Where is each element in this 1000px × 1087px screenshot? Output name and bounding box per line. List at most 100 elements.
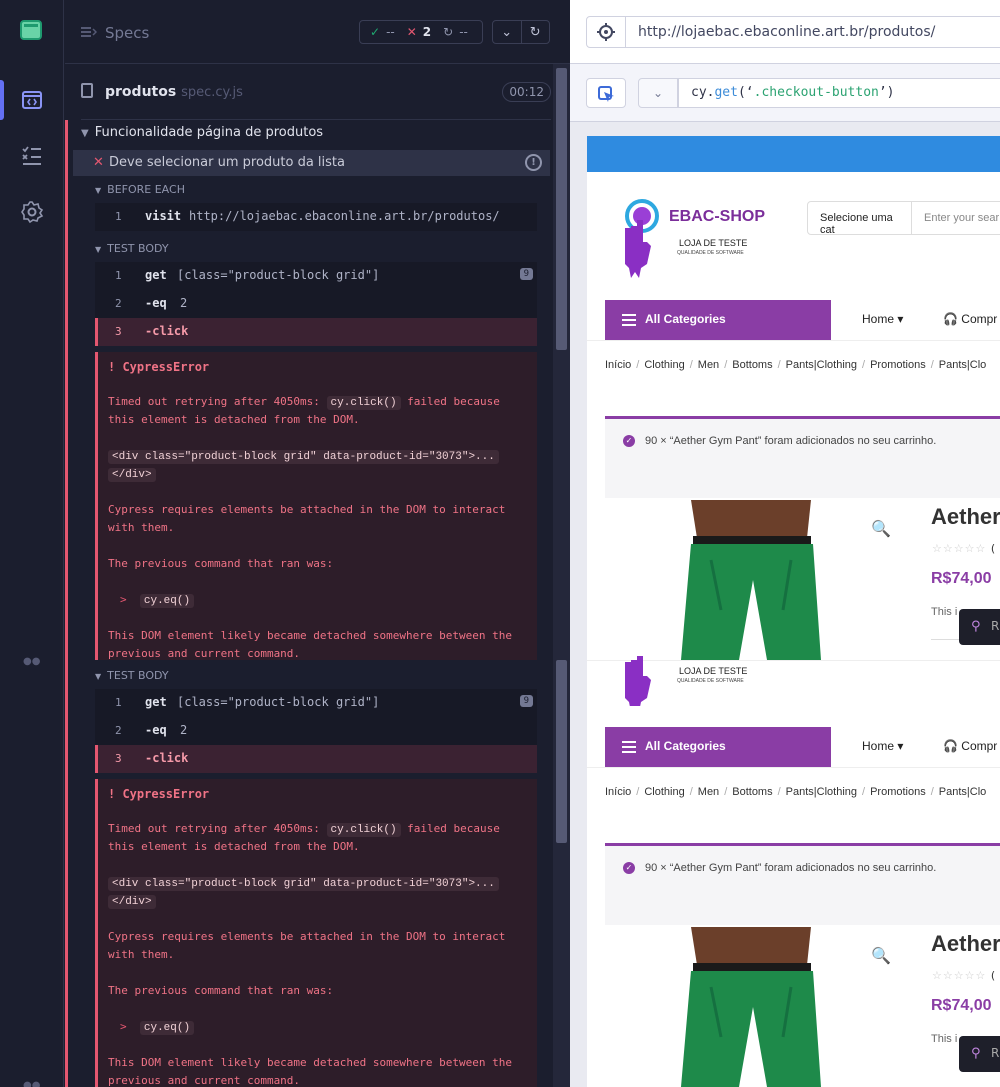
- spec-name: produtos: [105, 84, 177, 100]
- runs-icon[interactable]: [20, 88, 44, 112]
- cypress-logo-icon[interactable]: [20, 20, 42, 40]
- app-under-test-panel: http://lojaebac.ebaconline.art.br/produt…: [570, 0, 1000, 1087]
- command-number: 1: [115, 696, 122, 709]
- chevron-down-icon: ▼: [95, 245, 102, 254]
- all-categories-label: All Categories: [645, 312, 726, 326]
- breadcrumb-separator: /: [724, 786, 728, 798]
- headset-icon: 🎧: [943, 739, 958, 753]
- breadcrumb-item[interactable]: Clothing: [644, 786, 684, 798]
- failed-command-row[interactable]: 3 -click: [95, 745, 537, 773]
- selector-input[interactable]: cy.get(‘.checkout-button’): [678, 78, 1000, 108]
- reporter-scrollbar[interactable]: [553, 64, 570, 1087]
- selector-pointer-icon[interactable]: [586, 78, 626, 108]
- menu-compr[interactable]: 🎧 Compr: [943, 739, 997, 753]
- command-row[interactable]: 1 get [class="product-block grid"] 9: [95, 689, 537, 717]
- breadcrumb-item[interactable]: Pants|Clo: [939, 786, 987, 798]
- suite-title[interactable]: ▼ Funcionalidade página de produtos: [81, 125, 323, 140]
- shop-logo[interactable]: EBAC-SHOP LOJA DE TESTE QUALIDADE DE SOF…: [607, 196, 767, 284]
- category-select[interactable]: Selecione uma cat: [808, 202, 912, 236]
- menu-compr[interactable]: 🎧 Compr: [943, 312, 997, 326]
- breadcrumb-separator: /: [930, 786, 934, 798]
- product-image[interactable]: [671, 927, 831, 1087]
- breadcrumb-separator: /: [636, 359, 640, 371]
- crosshair-icon[interactable]: [586, 16, 626, 48]
- hand-logo-icon: [625, 199, 659, 278]
- test-body-header[interactable]: ▼ TEST BODY: [95, 669, 169, 682]
- error-text: failed because: [400, 395, 500, 408]
- pin-button[interactable]: ⚲ R: [959, 1036, 1000, 1072]
- command-row[interactable]: 1 get [class="product-block grid"] 9: [95, 262, 537, 290]
- command-log: ▼ Funcionalidade página de produtos ✕ Dev…: [65, 120, 570, 1087]
- divider: [587, 767, 1000, 768]
- top-bar: [587, 136, 1000, 172]
- collapse-specs-icon[interactable]: [81, 26, 97, 38]
- menu-home[interactable]: Home ▾: [862, 312, 903, 326]
- error-code: cy.click(): [326, 823, 401, 837]
- zoom-icon[interactable]: 🔍: [871, 519, 891, 538]
- command-name: visit: [145, 209, 182, 223]
- shop-logo[interactable]: LOJA DE TESTE QUALIDADE DE SOFTWARE: [607, 656, 767, 706]
- breadcrumb-item[interactable]: Promotions: [870, 786, 926, 798]
- error-text: this element is detached from the DOM.: [108, 840, 360, 853]
- restart-icon[interactable]: ↻: [522, 21, 550, 43]
- logo-subtitle: LOJA DE TESTE: [679, 238, 748, 248]
- logo-tagline: QUALIDADE DE SOFTWARE: [677, 678, 744, 684]
- selector-paren: (‘: [737, 85, 754, 100]
- before-each-header[interactable]: ▼ BEFORE EACH: [95, 183, 185, 196]
- breadcrumb-item[interactable]: Bottoms: [732, 786, 772, 798]
- pin-icon: ⚲: [971, 619, 981, 634]
- breadcrumb-item[interactable]: Pants|Clothing: [786, 786, 857, 798]
- url-field[interactable]: http://lojaebac.ebaconline.art.br/produt…: [626, 16, 1000, 48]
- breadcrumb-item[interactable]: Início: [605, 359, 631, 371]
- breadcrumb-item[interactable]: Clothing: [644, 359, 684, 371]
- chevron-down-icon[interactable]: ⌄: [638, 78, 678, 108]
- pin-button[interactable]: ⚲ R: [959, 609, 1000, 645]
- failed-command-row[interactable]: 3 -click: [95, 318, 537, 346]
- keyboard-icon[interactable]: ●●: [23, 1080, 40, 1087]
- collapsed-handle-icon[interactable]: ●●: [23, 656, 40, 667]
- all-categories-button[interactable]: All Categories: [605, 727, 831, 767]
- all-categories-button[interactable]: All Categories: [605, 300, 831, 340]
- search-input[interactable]: Enter your sear: [924, 212, 999, 224]
- gear-icon[interactable]: [20, 200, 44, 224]
- element-count-badge: 9: [519, 268, 533, 280]
- breadcrumb-item[interactable]: Men: [698, 359, 719, 371]
- breadcrumb-item[interactable]: Promotions: [870, 359, 926, 371]
- test-row[interactable]: ✕ Deve selecionar um produto da lista !: [73, 150, 550, 176]
- error-text: This DOM element likely became detached …: [108, 629, 512, 642]
- product-image[interactable]: [671, 500, 831, 660]
- selector-playground: ⌄ cy.get(‘.checkout-button’): [570, 64, 1000, 122]
- breadcrumb-item[interactable]: Bottoms: [732, 359, 772, 371]
- zoom-icon[interactable]: 🔍: [871, 946, 891, 965]
- chevron-down-icon[interactable]: ⌄: [493, 21, 522, 43]
- specs-list-icon[interactable]: [20, 144, 44, 168]
- command-row[interactable]: 2 -eq 2: [95, 717, 537, 745]
- specs-label[interactable]: Specs: [105, 24, 149, 42]
- aut-viewport: EBAC-SHOP LOJA DE TESTE QUALIDADE DE SOF…: [587, 136, 1000, 1087]
- breadcrumb-separator: /: [689, 786, 693, 798]
- test-body-header[interactable]: ▼ TEST BODY: [95, 242, 169, 255]
- error-message: Timed out retrying after 4050ms: cy.clic…: [108, 393, 528, 412]
- cart-notice: ✓ 90 × “Aether Gym Pant” foram adicionad…: [605, 843, 1000, 925]
- command-row[interactable]: 2 -eq 2: [95, 290, 537, 318]
- logo-title: EBAC-SHOP: [669, 208, 766, 225]
- command-row[interactable]: 1 visit http://lojaebac.ebaconline.art.b…: [95, 203, 537, 231]
- rating-count: (: [990, 969, 997, 982]
- breadcrumb-separator: /: [724, 359, 728, 371]
- breadcrumb-item[interactable]: Pants|Clo: [939, 359, 987, 371]
- scroll-thumb[interactable]: [556, 68, 567, 350]
- breadcrumb-item[interactable]: Pants|Clothing: [786, 359, 857, 371]
- breadcrumb-item[interactable]: Início: [605, 786, 631, 798]
- error-panel: ! CypressError Timed out retrying after …: [95, 352, 537, 660]
- breadcrumb-item[interactable]: Men: [698, 786, 719, 798]
- selector-paren: ’): [878, 85, 895, 100]
- chevron-down-icon: ▼: [81, 128, 89, 139]
- product-description: This i: [931, 1033, 958, 1045]
- scroll-thumb[interactable]: [556, 660, 567, 843]
- suite-label: Funcionalidade página de produtos: [94, 125, 324, 140]
- product-name[interactable]: Aether: [931, 931, 1000, 957]
- error-text: Timed out retrying after 4050ms:: [108, 395, 327, 408]
- menu-home[interactable]: Home ▾: [862, 739, 903, 753]
- product-price: R$74,00: [931, 997, 992, 1014]
- product-name[interactable]: Aether: [931, 504, 1000, 530]
